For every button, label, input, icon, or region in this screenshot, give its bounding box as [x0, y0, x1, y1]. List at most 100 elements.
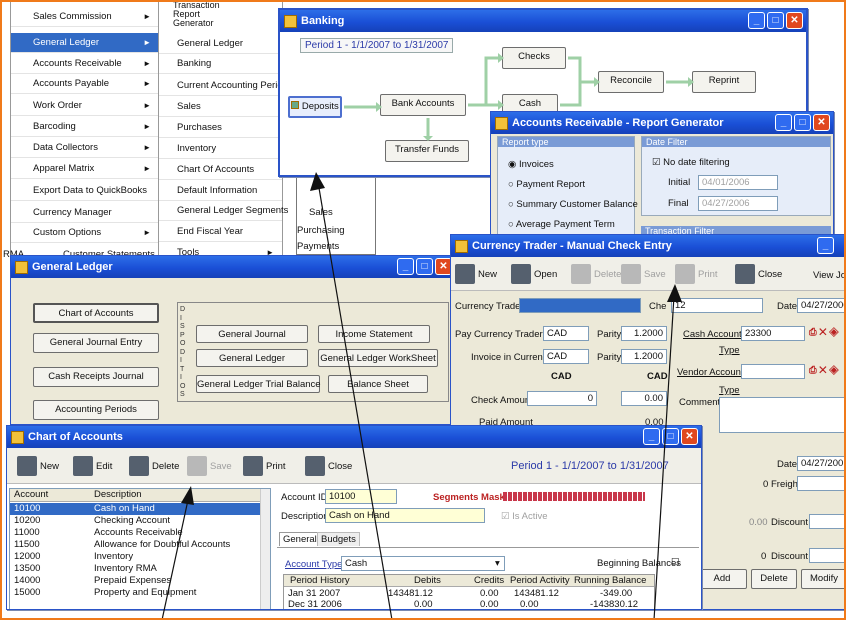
account-row[interactable]: 11000 Accounts Receivable	[10, 527, 270, 539]
radio-average-payment[interactable]: ○ Average Payment Term	[508, 219, 615, 230]
is-active-checkbox[interactable]: ☑ Is Active	[501, 511, 548, 522]
menu-item-barcoding[interactable]: Barcoding ►	[11, 117, 159, 137]
invoice-currency-select[interactable]: CAD	[543, 349, 589, 364]
ct-close-button[interactable]: Close	[735, 264, 782, 284]
menu-item-accounts-payable[interactable]: Accounts Payable ►	[11, 74, 159, 94]
submenu-item-general-ledger[interactable]: General Ledger	[159, 34, 282, 54]
no-date-filter-checkbox[interactable]: ☑ No date filtering	[652, 157, 730, 168]
coa-new-button[interactable]: New	[17, 456, 59, 476]
general-journal-entry-button[interactable]: General Journal Entry	[33, 333, 159, 353]
income-statement-button[interactable]: Income Statement	[318, 325, 430, 343]
minimize-icon[interactable]: _	[397, 258, 414, 275]
cash-account-field[interactable]: 23300	[741, 326, 805, 341]
submenu-item-banking[interactable]: Banking	[159, 54, 282, 74]
chart-of-accounts-button[interactable]: Chart of Accounts	[33, 303, 159, 323]
balance-sheet-button[interactable]: Balance Sheet	[328, 375, 428, 393]
close-icon[interactable]: ✕	[681, 428, 698, 445]
accounting-periods-button[interactable]: Accounting Periods	[33, 400, 159, 420]
ar-title-bar[interactable]: Accounts Receivable - Report Generator _…	[491, 112, 833, 134]
initial-date-field[interactable]: 04/01/2006	[698, 175, 778, 190]
modify-button[interactable]: Modify	[801, 569, 845, 589]
menu-item-currency-manager[interactable]: Currency Manager	[11, 203, 159, 223]
beginning-balances-checkbox[interactable]: ☐	[671, 557, 680, 568]
gl-worksheet-button[interactable]: General Ledger WorkSheet	[318, 349, 438, 367]
account-id-field[interactable]: 10100	[325, 489, 397, 504]
submenu-item-sales[interactable]: Sales	[159, 97, 282, 117]
ct-open-button[interactable]: Open	[511, 264, 557, 284]
freight-field[interactable]	[797, 476, 845, 491]
coa-edit-button[interactable]: Edit	[73, 456, 112, 476]
account-type-dropdown-icon[interactable]: ▾	[495, 558, 500, 569]
lower-date-field[interactable]: 04/27/200	[797, 456, 845, 471]
submenu-item-chart-of-accounts[interactable]: Chart Of Accounts	[159, 160, 282, 180]
maximize-icon[interactable]: □	[662, 428, 679, 445]
account-row[interactable]: 13500 Inventory RMA	[10, 563, 270, 575]
ct-new-button[interactable]: New	[455, 264, 497, 284]
submenu-item-default-information[interactable]: Default Information	[159, 181, 282, 201]
menu-item-accounts-receivable[interactable]: Accounts Receivable ►	[11, 54, 159, 74]
trial-balance-button[interactable]: General Ledger Trial Balance	[196, 375, 321, 393]
minimize-icon[interactable]: _	[817, 237, 834, 254]
submenu-item-gl-segments[interactable]: General Ledger Segments	[159, 201, 288, 221]
maximize-icon[interactable]: □	[416, 258, 433, 275]
radio-invoices[interactable]: ◉ Invoices	[508, 159, 554, 170]
minimize-icon[interactable]: _	[775, 114, 792, 131]
tab-general[interactable]: General	[279, 532, 321, 546]
add-button[interactable]: Add	[697, 569, 747, 589]
tab-budgets[interactable]: Budgets	[317, 532, 360, 546]
period-history-row[interactable]: Dec 31 2006 0.00 0.00 0.00 -143830.12	[284, 599, 654, 609]
account-row[interactable]: 10200 Checking Account	[10, 515, 270, 527]
menu-item-custom-options[interactable]: Custom Options ►	[11, 223, 159, 243]
general-ledger-report-button[interactable]: General Ledger	[196, 349, 308, 367]
menu-item-sales-commission[interactable]: Sales Commission ►	[11, 7, 159, 27]
ct-title-bar[interactable]: Currency Trader - Manual Check Entry _	[451, 235, 845, 257]
cash-account-actions[interactable]: ⎙ ✕ ◈	[809, 327, 839, 338]
coa-close-button[interactable]: Close	[305, 456, 352, 476]
menu-item-data-collectors[interactable]: Data Collectors ►	[11, 138, 159, 158]
check-number-field[interactable]: 12	[671, 298, 763, 313]
menu-item-transaction-report[interactable]: Transaction Report Generator	[173, 1, 243, 28]
parity-field-2[interactable]: 1.2000	[621, 349, 667, 364]
gl-title-bar[interactable]: General Ledger _ □ ✕	[11, 256, 455, 278]
vendor-account-actions[interactable]: ⎙ ✕ ◈	[809, 365, 839, 376]
coa-delete-button[interactable]: Delete	[129, 456, 179, 476]
accounts-list[interactable]: Account Description 10100 Cash on Hand 102…	[9, 488, 271, 609]
submenu-item-payments[interactable]: Payments	[297, 241, 339, 252]
close-icon[interactable]: ✕	[813, 114, 830, 131]
maximize-icon[interactable]: □	[794, 114, 811, 131]
minimize-icon[interactable]: _	[643, 428, 660, 445]
account-row[interactable]: 12000 Inventory	[10, 551, 270, 563]
currency-trader-select[interactable]	[519, 298, 641, 313]
date-field[interactable]: 04/27/2006	[797, 298, 845, 313]
general-journal-button[interactable]: General Journal	[196, 325, 308, 343]
ct-print-button[interactable]: Print	[675, 264, 718, 284]
radio-summary-balance[interactable]: ○ Summary Customer Balance	[508, 199, 638, 210]
submenu-item-current-period[interactable]: Current Accounting Period	[159, 76, 288, 96]
discount-field-2[interactable]	[809, 548, 845, 563]
check-amount-field[interactable]: 0	[527, 391, 597, 406]
parity-field-1[interactable]: 1.2000	[621, 326, 667, 341]
account-row[interactable]: 11500 Allowance for Doubtful Accounts	[10, 539, 270, 551]
ct-view-journal-button[interactable]: View Jo	[813, 270, 845, 281]
menu-item-apparel-matrix[interactable]: Apparel Matrix ►	[11, 159, 159, 179]
menu-item-export-quickbooks[interactable]: Export Data to QuickBooks	[11, 181, 159, 201]
submenu-item-purchasing[interactable]: Purchasing	[297, 225, 345, 236]
description-field[interactable]: Cash on Hand	[325, 508, 485, 523]
submenu-item-inventory[interactable]: Inventory	[159, 139, 282, 159]
accounts-list-scrollbar[interactable]	[260, 489, 270, 609]
coa-title-bar[interactable]: Chart of Accounts _ □ ✕	[7, 426, 701, 448]
ct-delete-button[interactable]: Delete	[571, 264, 621, 284]
account-type-select[interactable]: Cash	[341, 556, 505, 571]
account-row[interactable]: 14000 Prepaid Expenses	[10, 575, 270, 587]
radio-payment-report[interactable]: ○ Payment Report	[508, 179, 585, 190]
coa-print-button[interactable]: Print	[243, 456, 286, 476]
account-row[interactable]: 10100 Cash on Hand	[10, 503, 270, 515]
menu-item-general-ledger[interactable]: General Ledger ►	[11, 33, 159, 53]
vendor-account-field[interactable]	[741, 364, 805, 379]
coa-save-button[interactable]: Save	[187, 456, 232, 476]
cash-receipts-journal-button[interactable]: Cash Receipts Journal	[33, 367, 159, 387]
submenu-item-purchases[interactable]: Purchases	[159, 118, 282, 138]
pay-currency-select[interactable]: CAD	[543, 326, 589, 341]
comment-field[interactable]	[719, 397, 845, 433]
discount-field-1[interactable]	[809, 514, 845, 529]
